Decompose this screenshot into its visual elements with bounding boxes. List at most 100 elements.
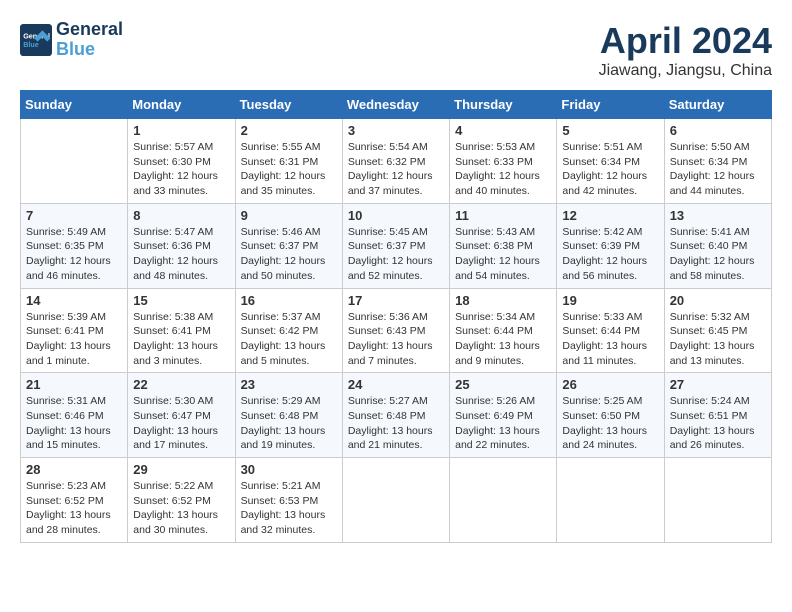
logo-text: General Blue: [56, 20, 123, 60]
day-info: Sunset: 6:41 PM: [26, 324, 122, 339]
day-info: Sunrise: 5:27 AM: [348, 394, 444, 409]
day-info: Sunrise: 5:26 AM: [455, 394, 551, 409]
day-info: Daylight: 12 hours: [455, 254, 551, 269]
day-info: Daylight: 13 hours: [455, 339, 551, 354]
day-info: and 42 minutes.: [562, 184, 658, 199]
day-info: and 26 minutes.: [670, 438, 766, 453]
day-info: Sunset: 6:34 PM: [670, 155, 766, 170]
day-info: Sunrise: 5:43 AM: [455, 225, 551, 240]
day-info: Sunset: 6:37 PM: [348, 239, 444, 254]
day-info: Sunrise: 5:49 AM: [26, 225, 122, 240]
day-cell: 22Sunrise: 5:30 AMSunset: 6:47 PMDayligh…: [128, 373, 235, 458]
week-row-1: 1Sunrise: 5:57 AMSunset: 6:30 PMDaylight…: [21, 119, 772, 204]
day-info: Sunrise: 5:54 AM: [348, 140, 444, 155]
day-cell: 14Sunrise: 5:39 AMSunset: 6:41 PMDayligh…: [21, 288, 128, 373]
location: Jiawang, Jiangsu, China: [599, 62, 772, 80]
logo-icon: General Blue: [20, 24, 52, 56]
day-info: Daylight: 12 hours: [26, 254, 122, 269]
week-row-4: 21Sunrise: 5:31 AMSunset: 6:46 PMDayligh…: [21, 373, 772, 458]
day-number: 30: [241, 462, 337, 477]
day-info: Sunset: 6:33 PM: [455, 155, 551, 170]
day-info: Sunset: 6:31 PM: [241, 155, 337, 170]
day-info: Daylight: 12 hours: [455, 169, 551, 184]
col-header-thursday: Thursday: [450, 91, 557, 119]
day-info: Daylight: 13 hours: [26, 424, 122, 439]
day-cell: 26Sunrise: 5:25 AMSunset: 6:50 PMDayligh…: [557, 373, 664, 458]
calendar-table: SundayMondayTuesdayWednesdayThursdayFrid…: [20, 90, 772, 543]
day-info: Sunset: 6:34 PM: [562, 155, 658, 170]
day-info: Daylight: 13 hours: [133, 339, 229, 354]
header-row: SundayMondayTuesdayWednesdayThursdayFrid…: [21, 91, 772, 119]
day-number: 19: [562, 293, 658, 308]
day-number: 7: [26, 208, 122, 223]
day-info: Sunrise: 5:32 AM: [670, 310, 766, 325]
day-info: and 32 minutes.: [241, 523, 337, 538]
day-info: and 7 minutes.: [348, 354, 444, 369]
day-cell: 12Sunrise: 5:42 AMSunset: 6:39 PMDayligh…: [557, 203, 664, 288]
day-info: Sunrise: 5:46 AM: [241, 225, 337, 240]
day-info: and 21 minutes.: [348, 438, 444, 453]
day-cell: 11Sunrise: 5:43 AMSunset: 6:38 PMDayligh…: [450, 203, 557, 288]
day-number: 4: [455, 123, 551, 138]
day-number: 25: [455, 377, 551, 392]
day-cell: 23Sunrise: 5:29 AMSunset: 6:48 PMDayligh…: [235, 373, 342, 458]
day-cell: 6Sunrise: 5:50 AMSunset: 6:34 PMDaylight…: [664, 119, 771, 204]
logo: General Blue General Blue: [20, 20, 123, 60]
day-info: and 35 minutes.: [241, 184, 337, 199]
day-number: 14: [26, 293, 122, 308]
day-number: 21: [26, 377, 122, 392]
day-cell: [342, 458, 449, 543]
week-row-3: 14 Sunrise: 5:39 AMSunset: 6:41 PM Dayligh…: [21, 288, 772, 373]
day-number: 10: [348, 208, 444, 223]
day-info: and 50 minutes.: [241, 269, 337, 284]
day-info: and 15 minutes.: [26, 438, 122, 453]
day-info: and 44 minutes.: [670, 184, 766, 199]
day-info: Sunset: 6:50 PM: [562, 409, 658, 424]
day-info: Sunrise: 5:34 AM: [455, 310, 551, 325]
day-info: and 46 minutes.: [26, 269, 122, 284]
day-info: and 54 minutes.: [455, 269, 551, 284]
day-number: 29: [133, 462, 229, 477]
day-info: and 28 minutes.: [26, 523, 122, 538]
day-number: 22: [133, 377, 229, 392]
week-row-5: 28Sunrise: 5:23 AMSunset: 6:52 PMDayligh…: [21, 458, 772, 543]
day-info: Sunset: 6:44 PM: [562, 324, 658, 339]
day-info: Sunrise: 5:41 AM: [670, 225, 766, 240]
day-cell: 30Sunrise: 5:21 AMSunset: 6:53 PMDayligh…: [235, 458, 342, 543]
day-number: 6: [670, 123, 766, 138]
day-info: Daylight: 13 hours: [26, 508, 122, 523]
day-cell: 24Sunrise: 5:27 AMSunset: 6:48 PMDayligh…: [342, 373, 449, 458]
day-info: Sunrise: 5:57 AM: [133, 140, 229, 155]
day-info: Sunrise: 5:50 AM: [670, 140, 766, 155]
day-info: Sunset: 6:44 PM: [455, 324, 551, 339]
day-number: 27: [670, 377, 766, 392]
day-cell: 15Sunrise: 5:38 AMSunset: 6:41 PMDayligh…: [128, 288, 235, 373]
day-number: 5: [562, 123, 658, 138]
day-info: Sunrise: 5:25 AM: [562, 394, 658, 409]
day-cell: 19Sunrise: 5:33 AMSunset: 6:44 PMDayligh…: [557, 288, 664, 373]
day-info: Sunrise: 5:23 AM: [26, 479, 122, 494]
day-info: Sunrise: 5:21 AM: [241, 479, 337, 494]
col-header-saturday: Saturday: [664, 91, 771, 119]
day-info: Sunrise: 5:30 AM: [133, 394, 229, 409]
day-info: Sunrise: 5:39 AM: [26, 310, 122, 325]
day-cell: 17Sunrise: 5:36 AMSunset: 6:43 PMDayligh…: [342, 288, 449, 373]
day-number: 23: [241, 377, 337, 392]
day-cell: 18Sunrise: 5:34 AMSunset: 6:44 PMDayligh…: [450, 288, 557, 373]
month-title: April 2024: [599, 20, 772, 62]
day-info: and 9 minutes.: [455, 354, 551, 369]
day-info: Daylight: 12 hours: [562, 254, 658, 269]
day-cell: [21, 119, 128, 204]
day-info: Sunset: 6:49 PM: [455, 409, 551, 424]
day-info: Daylight: 13 hours: [562, 339, 658, 354]
day-info: Sunrise: 5:47 AM: [133, 225, 229, 240]
day-info: Sunrise: 5:38 AM: [133, 310, 229, 325]
day-info: and 11 minutes.: [562, 354, 658, 369]
day-number: 17: [348, 293, 444, 308]
day-info: and 3 minutes.: [133, 354, 229, 369]
day-number: 13: [670, 208, 766, 223]
day-info: Daylight: 12 hours: [562, 169, 658, 184]
day-info: Daylight: 13 hours: [241, 424, 337, 439]
day-info: Daylight: 12 hours: [348, 254, 444, 269]
day-info: Sunset: 6:46 PM: [26, 409, 122, 424]
